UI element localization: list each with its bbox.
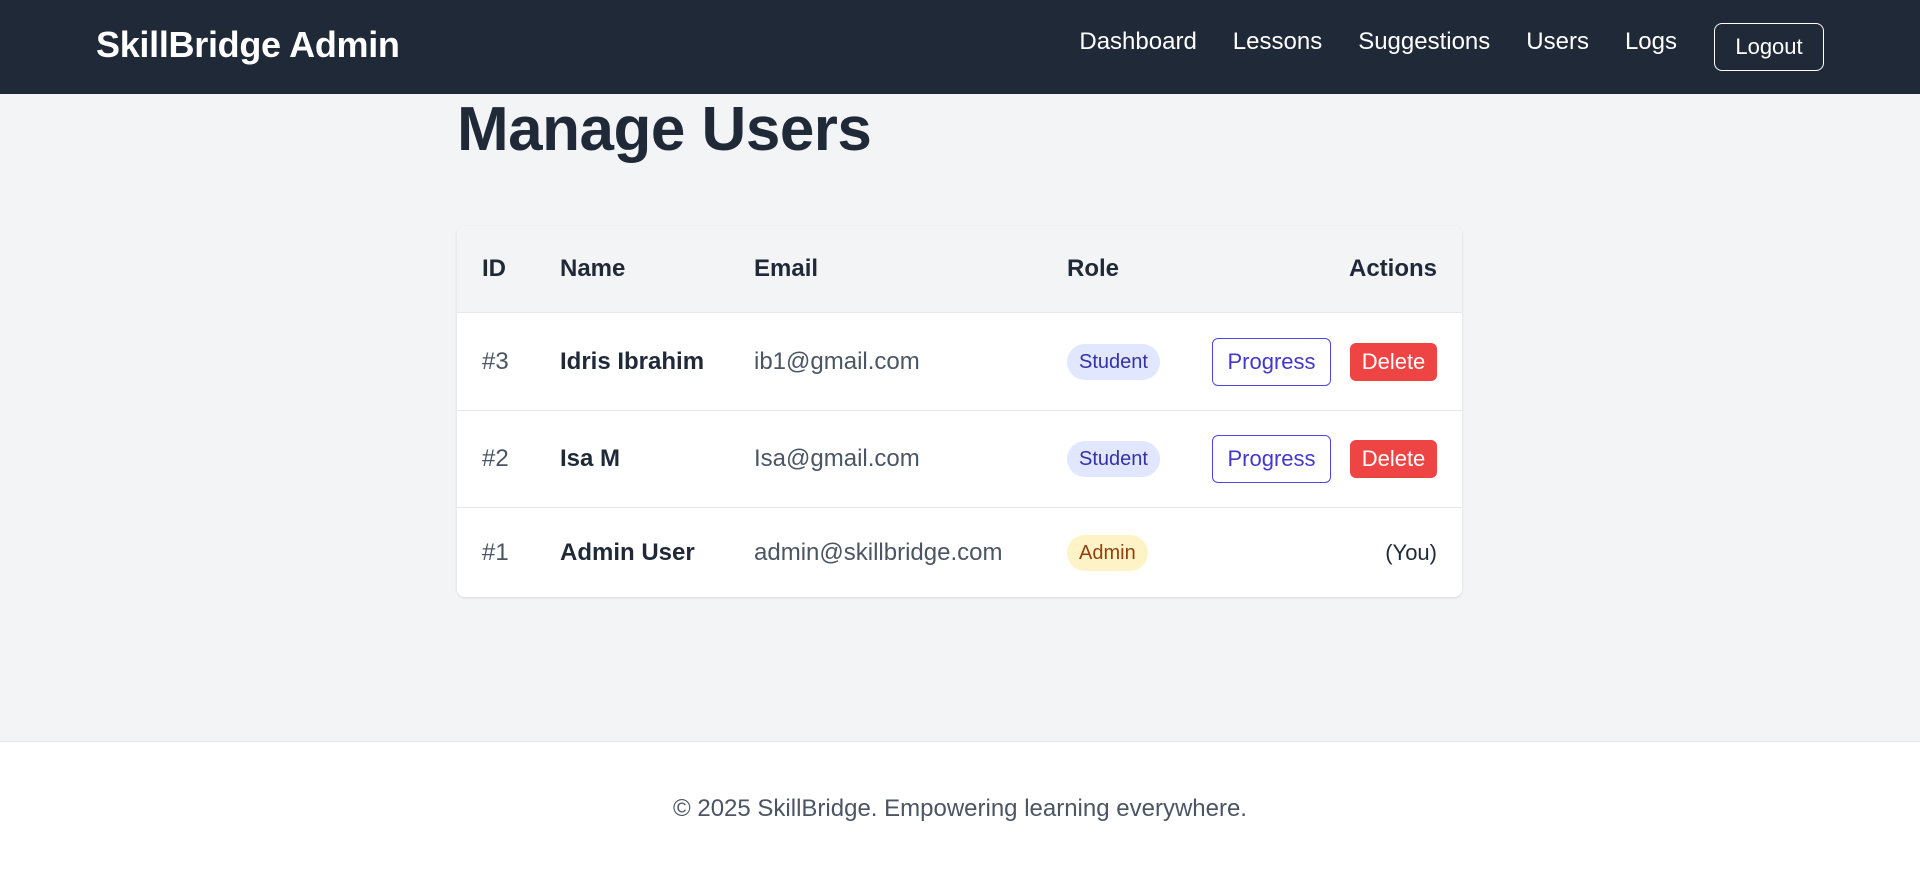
delete-button[interactable]: Delete [1350, 342, 1437, 381]
brand-logo[interactable]: SkillBridge Admin [96, 24, 400, 66]
nav-dashboard[interactable]: Dashboard [1079, 28, 1196, 56]
column-header-email: Email [754, 255, 819, 282]
column-header-role: Role [1067, 255, 1120, 282]
role-cell: Student [1067, 343, 1160, 380]
logout-button[interactable]: Logout [1714, 23, 1824, 71]
column-header-actions: Actions [1348, 255, 1437, 282]
progress-button[interactable]: Progress [1212, 337, 1331, 386]
delete-button[interactable]: Delete [1350, 440, 1437, 478]
nav-users[interactable]: Users [1526, 28, 1589, 56]
role-badge: Student [1067, 441, 1160, 477]
nav-logs[interactable]: Logs [1625, 28, 1677, 56]
role-cell: Student [1067, 441, 1160, 477]
role-cell: Admin [1067, 534, 1148, 571]
role-badge: Student [1067, 343, 1160, 380]
current-user-label: (You) [1385, 539, 1437, 565]
column-header-name: Name [560, 255, 626, 282]
user-email: ib1@gmail.com [754, 347, 920, 375]
user-email: admin@skillbridge.com [754, 538, 1003, 566]
user-name: Admin User [560, 538, 695, 566]
top-navbar: SkillBridge Admin Dashboard Lessons Sugg… [0, 0, 1920, 94]
user-name: Idris Ibrahim [560, 347, 705, 375]
user-id: #2 [482, 445, 509, 472]
column-header-id: ID [482, 255, 506, 282]
nav-lessons[interactable]: Lessons [1233, 28, 1322, 56]
user-id: #1 [482, 538, 509, 566]
footer-text: © 2025 SkillBridge. Empowering learning … [673, 795, 1247, 822]
user-id: #3 [482, 347, 509, 375]
table-row: #2 Isa M Isa@gmail.com Student Progress … [457, 411, 1462, 508]
users-table: ID Name Email Role Actions #3 Idris Ibra… [457, 226, 1462, 597]
page-footer: © 2025 SkillBridge. Empowering learning … [0, 741, 1920, 871]
nav-suggestions[interactable]: Suggestions [1358, 28, 1490, 56]
table-header-row: ID Name Email Role Actions [457, 226, 1462, 313]
main-nav: Dashboard Lessons Suggestions Users Logs… [1079, 0, 1824, 94]
table-row: #3 Idris Ibrahim ib1@gmail.com Student P… [457, 313, 1462, 411]
progress-button[interactable]: Progress [1212, 435, 1331, 483]
user-name: Isa M [560, 445, 621, 472]
user-email: Isa@gmail.com [754, 445, 920, 472]
row-actions: Progress Delete [1212, 435, 1437, 483]
row-actions: Progress Delete [1212, 337, 1437, 386]
table-row: #1 Admin User admin@skillbridge.com Admi… [457, 508, 1462, 597]
page-title: Manage Users [457, 95, 872, 164]
role-badge: Admin [1067, 534, 1148, 571]
